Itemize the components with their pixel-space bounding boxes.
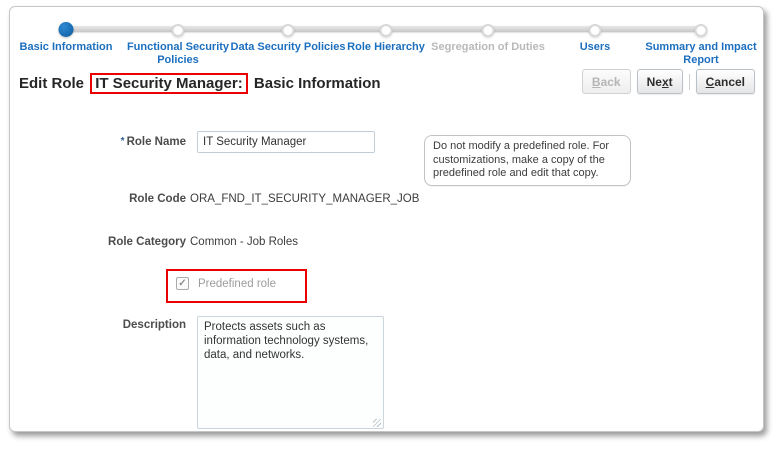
role-category-value: Common - Job Roles [190, 236, 299, 248]
train-step-circle-data-security-policies[interactable] [281, 24, 295, 37]
wizard-train: Basic Information Functional Security Po… [10, 7, 763, 77]
back-button: Back [581, 69, 631, 94]
textarea-resize-handle-icon[interactable] [373, 419, 381, 427]
description-textarea[interactable]: Protects assets such as information tech… [197, 316, 384, 429]
role-code-label: Role Code [129, 193, 186, 205]
annotation-box-title: IT Security Manager: [90, 73, 248, 94]
toolbar: Back Next Cancel [581, 69, 755, 94]
page-title: Edit Role IT Security Manager: Basic Inf… [19, 73, 381, 94]
toolbar-separator [688, 73, 690, 90]
page-title-suffix: Basic Information [253, 75, 381, 92]
role-name-input[interactable] [197, 131, 375, 153]
edit-role-window: Basic Information Functional Security Po… [9, 6, 764, 432]
train-step-basic-information[interactable]: Basic Information [1, 41, 131, 54]
page-title-prefix: Edit Role [19, 75, 85, 92]
predefined-role-checkbox: ✓ [176, 277, 189, 290]
predefined-role-label: Predefined role [198, 278, 276, 290]
train-step-circle-segregation-of-duties [481, 24, 495, 37]
train-step-circle-summary-and-impact-report[interactable] [694, 24, 708, 37]
train-step-circle-functional-security-policies[interactable] [171, 24, 185, 37]
role-name-label: * Role Name [120, 136, 186, 148]
predefined-role-info-box: Do not modify a predefined role. For cus… [424, 135, 631, 186]
train-step-circle-role-hierarchy[interactable] [379, 24, 393, 37]
next-button[interactable]: Next [636, 69, 683, 94]
role-category-label: Role Category [108, 236, 186, 248]
page-title-role-name: IT Security Manager: [95, 75, 243, 92]
description-label: Description [122, 319, 186, 331]
train-step-circle-users[interactable] [588, 24, 602, 37]
train-step-summary-and-impact-report[interactable]: Summary and Impact Report [636, 41, 766, 67]
role-code-value: ORA_FND_IT_SECURITY_MANAGER_JOB [190, 193, 420, 205]
required-asterisk-icon: * [120, 136, 125, 147]
train-step-circle-basic-information[interactable] [58, 22, 74, 37]
cancel-button[interactable]: Cancel [695, 69, 755, 94]
